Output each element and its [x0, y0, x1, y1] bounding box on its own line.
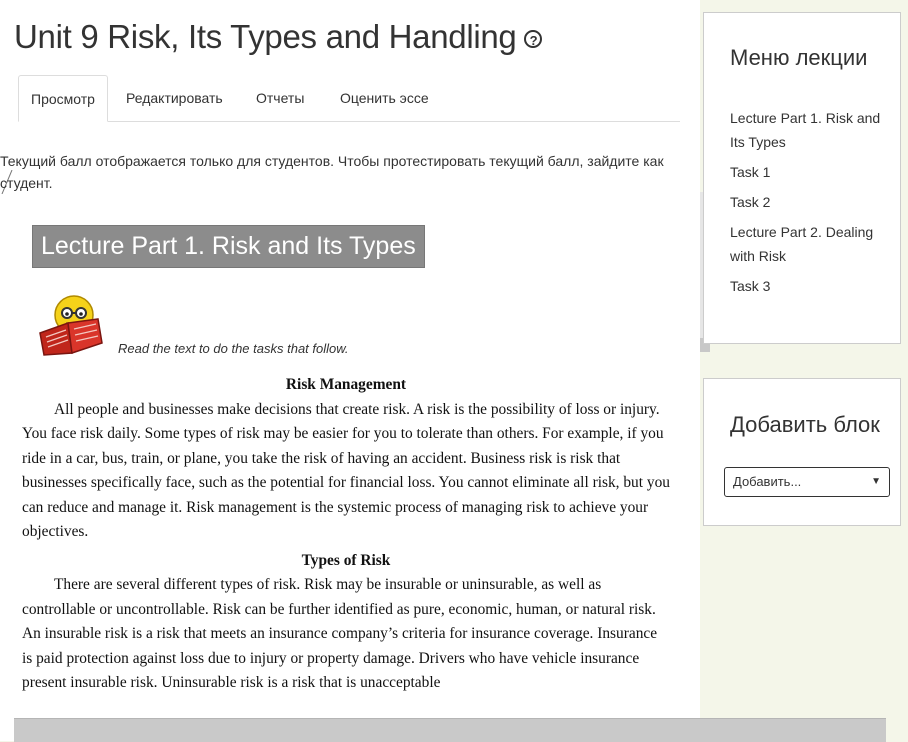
page-title-text: Unit 9 Risk, Its Types and Handling: [14, 18, 517, 55]
tab-bar: Просмотр Редактировать Отчеты Оценить эс…: [18, 75, 680, 122]
tab-grade-essays[interactable]: Оценить эссе: [328, 75, 441, 121]
tab-reports[interactable]: Отчеты: [244, 75, 316, 121]
menu-item-task-3[interactable]: Task 3: [730, 274, 892, 298]
reading-instruction: Read the text to do the tasks that follo…: [118, 341, 349, 356]
page-title: Unit 9 Risk, Its Types and Handling?: [14, 18, 543, 56]
tab-view[interactable]: Просмотр: [18, 75, 108, 122]
lecture-menu-title: Меню лекции: [730, 45, 868, 70]
lecture-menu-block: Меню лекции Lecture Part 1. Risk and Its…: [703, 12, 901, 344]
main-page: Unit 9 Risk, Its Types and Handling? Про…: [0, 0, 700, 741]
add-block-title: Добавить блок: [730, 412, 880, 437]
lecture-heading: Lecture Part 1. Risk and Its Types: [32, 225, 425, 268]
tab-edit[interactable]: Редактировать: [114, 75, 235, 121]
lecture-content: Lecture Part 1. Risk and Its Types Read …: [22, 225, 702, 718]
student-score-notice: Текущий балл отображается только для сту…: [0, 153, 664, 191]
lecture-menu-list: Lecture Part 1. Risk and Its Types Task …: [730, 106, 892, 304]
reading-smiley-icon: [39, 295, 103, 356]
section-title-risk-management: Risk Management: [285, 376, 407, 393]
add-block-select-value: Добавить...: [733, 474, 802, 489]
menu-item-task-1[interactable]: Task 1: [730, 160, 892, 184]
menu-item-lecture-part-1[interactable]: Lecture Part 1. Risk and Its Types: [730, 106, 892, 154]
menu-item-task-2[interactable]: Task 2: [730, 190, 892, 214]
horizontal-scrollbar[interactable]: [14, 718, 886, 742]
add-block-panel: Добавить блок Добавить... ▼: [703, 378, 901, 526]
chevron-down-icon: ▼: [871, 476, 881, 487]
section-title-types-of-risk: Types of Risk: [301, 551, 391, 569]
add-block-select[interactable]: Добавить... ▼: [724, 467, 890, 497]
paragraph-types-of-risk: There are several different types of ris…: [22, 576, 658, 691]
help-icon[interactable]: ?: [524, 30, 543, 49]
paragraph-risk-management: All people and businesses make decisions…: [22, 400, 670, 541]
menu-item-lecture-part-2[interactable]: Lecture Part 2. Dealing with Risk: [730, 220, 892, 268]
lecture-text: Risk Management All people and businesse…: [22, 373, 670, 700]
